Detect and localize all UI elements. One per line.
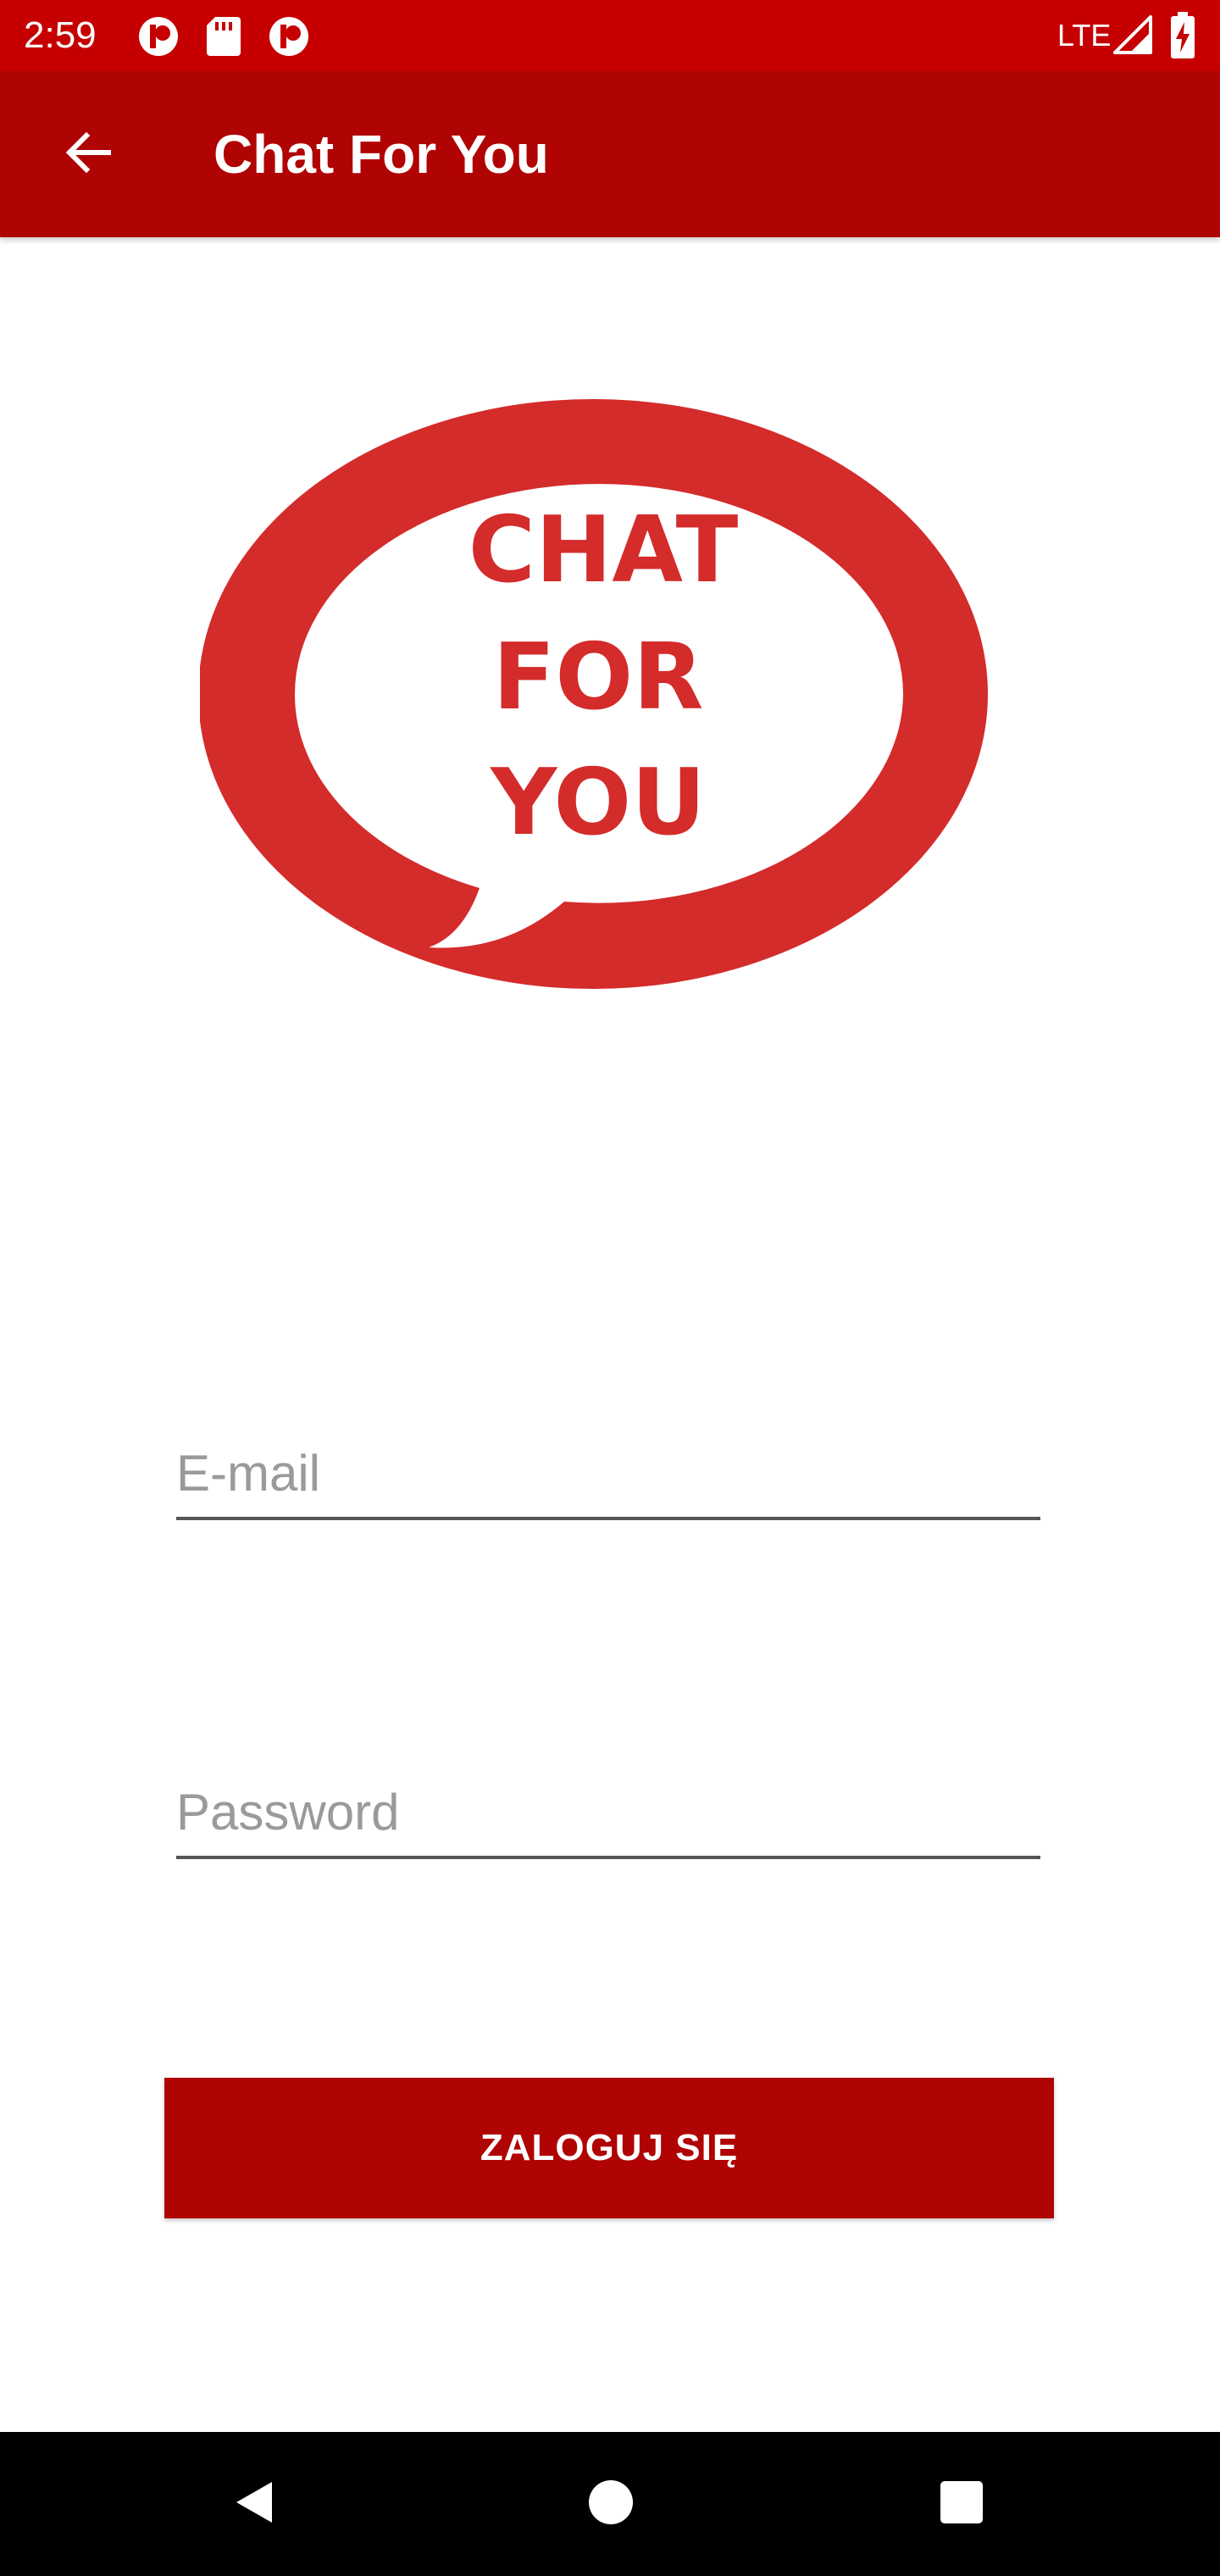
app-bar: Chat For You [0,71,1220,237]
notification-p-icon [137,15,180,62]
sd-card-icon [205,15,242,62]
system-nav-bar [0,2432,1220,2576]
arrow-back-icon [61,125,115,184]
status-time: 2:59 [24,14,97,56]
logo-line-chat: CHAT [469,497,739,603]
nav-back-button[interactable] [183,2432,327,2576]
nav-back-icon [230,2477,280,2532]
chat-for-you-logo: CHAT FOR YOU [198,393,996,997]
password-field[interactable] [176,1763,1040,1859]
status-bar: 2:59 LTE [0,0,1220,71]
nav-home-icon [587,2479,635,2530]
login-button[interactable]: ZALOGUJ SIĘ [164,2078,1054,2218]
logo-line-you: YOU [489,750,706,856]
logo-line-for: FOR [493,625,704,730]
page-title: Chat For You [214,124,549,185]
notification-p-icon-2 [268,15,310,62]
email-input[interactable] [176,1439,1040,1507]
network-type-label: LTE [1057,18,1112,53]
battery-charging-icon [1169,12,1196,64]
signal-icon [1112,14,1154,60]
nav-home-button[interactable] [539,2432,683,2576]
password-input[interactable] [176,1778,1040,1846]
nav-recents-icon [939,2479,984,2529]
back-button[interactable] [41,107,136,202]
nav-recents-button[interactable] [890,2432,1034,2576]
email-field[interactable] [176,1424,1040,1520]
